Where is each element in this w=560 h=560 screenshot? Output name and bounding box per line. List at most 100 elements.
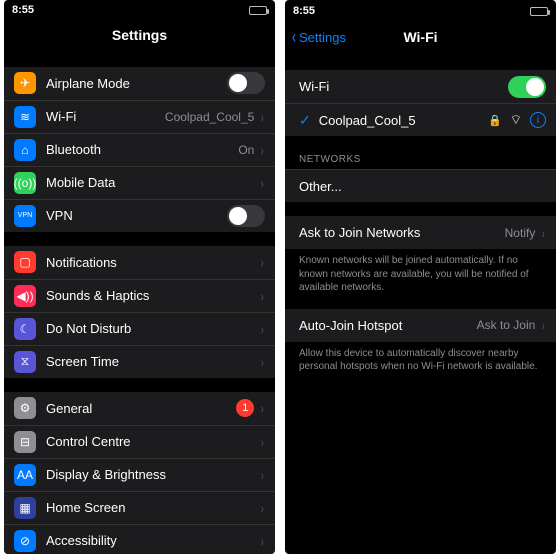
ask-to-join-value: Notify [505, 226, 536, 240]
row-label: Sounds & Haptics [46, 288, 256, 303]
row-label: Home Screen [46, 500, 256, 515]
row-label: Accessibility [46, 533, 256, 548]
row-label: Bluetooth [46, 142, 238, 157]
settings-screen: 8:55 Settings ✈ Airplane Mode ≋ Wi-FiCoolpa… [4, 0, 275, 554]
settings-row-sounds-haptics[interactable]: ◀)) Sounds & Haptics › [4, 279, 275, 312]
settings-row-control-centre[interactable]: ⊟ Control Centre › [4, 425, 275, 458]
status-bar: 8:55 [285, 0, 556, 22]
chevron-right-icon: › [261, 109, 264, 125]
status-time: 8:55 [293, 5, 315, 17]
settings-row-general[interactable]: ⚙ General1 › [4, 392, 275, 425]
settings-row-home-screen[interactable]: ▦ Home Screen › [4, 491, 275, 524]
chevron-right-icon: › [261, 434, 264, 450]
chevron-right-icon: › [261, 500, 264, 516]
settings-row-do-not-disturb[interactable]: ☾ Do Not Disturb › [4, 312, 275, 345]
chevron-left-icon: ‹ [292, 28, 296, 46]
⊟-icon: ⊟ [14, 431, 36, 453]
badge: 1 [236, 399, 254, 417]
chevron-right-icon: › [261, 533, 264, 549]
chevron-right-icon: › [542, 225, 545, 241]
toggle[interactable] [227, 72, 265, 94]
ask-to-join-row[interactable]: Ask to Join Networks Notify › [285, 216, 556, 249]
row-label: Do Not Disturb [46, 321, 256, 336]
row-label: Mobile Data [46, 175, 256, 190]
auto-join-hotspot-row[interactable]: Auto-Join Hotspot Ask to Join › [285, 309, 556, 342]
⚙-icon: ⚙ [14, 397, 36, 419]
ask-to-join-footer: Known networks will be joined automatica… [285, 249, 556, 295]
status-time: 8:55 [12, 4, 34, 16]
group-notifications: ▢ Notifications › ◀)) Sounds & Haptics › ☾ Do N… [4, 246, 275, 378]
settings-row-display-brightness[interactable]: AA Display & Brightness › [4, 458, 275, 491]
⌂-icon: ⌂ [14, 139, 36, 161]
wifi-content[interactable]: Wi-Fi ✓ Coolpad_Cool_5 🔒 ⌔ i NETWORKS Ot… [285, 52, 556, 554]
nav-bar: Settings [4, 21, 275, 49]
row-label: Wi-Fi [46, 109, 165, 124]
back-label: Settings [299, 30, 346, 45]
✈-icon: ✈ [14, 72, 36, 94]
⊘-icon: ⊘ [14, 530, 36, 552]
back-button[interactable]: ‹ Settings [291, 22, 346, 52]
group-general: ⚙ General1 › ⊟ Control Centre › AA Display & Br… [4, 392, 275, 554]
chevron-right-icon: › [261, 354, 264, 370]
chevron-right-icon: › [261, 321, 264, 337]
chevron-right-icon: › [261, 254, 264, 270]
row-value: On [238, 143, 254, 157]
settings-row-airplane-mode[interactable]: ✈ Airplane Mode [4, 67, 275, 100]
page-title: Wi-Fi [403, 29, 437, 45]
battery-icon [249, 6, 267, 15]
settings-row-notifications[interactable]: ▢ Notifications › [4, 246, 275, 279]
ask-to-join-label: Ask to Join Networks [299, 225, 505, 240]
auto-join-hotspot-label: Auto-Join Hotspot [299, 318, 477, 333]
☾-icon: ☾ [14, 318, 36, 340]
settings-row-wi-fi[interactable]: ≋ Wi-FiCoolpad_Cool_5 › [4, 100, 275, 133]
wifi-label: Wi-Fi [299, 79, 508, 94]
chevron-right-icon: › [261, 175, 264, 191]
chevron-right-icon: › [542, 317, 545, 333]
auto-join-hotspot-value: Ask to Join [477, 318, 536, 332]
chevron-right-icon: › [261, 288, 264, 304]
wifi-toggle-row[interactable]: Wi-Fi [285, 70, 556, 103]
⧖-icon: ⧖ [14, 351, 36, 373]
other-network-row[interactable]: Other... [285, 169, 556, 202]
◀))-icon: ◀)) [14, 285, 36, 307]
row-label: Airplane Mode [46, 76, 227, 91]
settings-row-mobile-data[interactable]: ((o)) Mobile Data › [4, 166, 275, 199]
chevron-right-icon: › [261, 467, 264, 483]
wifi-toggle[interactable] [508, 76, 546, 98]
network-name: Coolpad_Cool_5 [319, 113, 488, 128]
page-title: Settings [112, 27, 167, 43]
other-label: Other... [299, 179, 546, 194]
info-icon[interactable]: i [530, 112, 546, 128]
battery-icon [530, 7, 548, 16]
settings-row-screen-time[interactable]: ⧖ Screen Time › [4, 345, 275, 378]
row-label: Control Centre [46, 434, 256, 449]
≋-icon: ≋ [14, 106, 36, 128]
status-bar: 8:55 [4, 0, 275, 21]
row-label: Display & Brightness [46, 467, 256, 482]
VPN-icon: VPN [14, 205, 36, 227]
group-connectivity: ✈ Airplane Mode ≋ Wi-FiCoolpad_Cool_5 › ⌂ Blue… [4, 67, 275, 232]
auto-join-hotspot-footer: Allow this device to automatically disco… [285, 342, 556, 374]
wifi-signal-icon: ⌔ [510, 112, 522, 128]
networks-header: NETWORKS [285, 150, 556, 169]
settings-row-vpn[interactable]: VPNVPN [4, 199, 275, 232]
toggle[interactable] [227, 205, 265, 227]
checkmark-icon: ✓ [299, 112, 311, 129]
chevron-right-icon: › [261, 142, 264, 158]
lock-icon: 🔒 [488, 114, 502, 127]
row-value: Coolpad_Cool_5 [165, 110, 254, 124]
▦-icon: ▦ [14, 497, 36, 519]
((o))-icon: ((o)) [14, 172, 36, 194]
row-label: General [46, 401, 236, 416]
settings-row-accessibility[interactable]: ⊘ Accessibility › [4, 524, 275, 554]
settings-row-bluetooth[interactable]: ⌂ BluetoothOn › [4, 133, 275, 166]
connected-network-row[interactable]: ✓ Coolpad_Cool_5 🔒 ⌔ i [285, 103, 556, 136]
nav-bar: ‹ Settings Wi-Fi [285, 22, 556, 52]
AA-icon: AA [14, 464, 36, 486]
chevron-right-icon: › [261, 400, 264, 416]
row-label: Notifications [46, 255, 256, 270]
▢-icon: ▢ [14, 251, 36, 273]
wifi-screen: 8:55 ‹ Settings Wi-Fi Wi-Fi ✓ Coolpad_Co… [285, 0, 556, 554]
row-label: Screen Time [46, 354, 256, 369]
settings-list[interactable]: ✈ Airplane Mode ≋ Wi-FiCoolpad_Cool_5 › ⌂ Blue… [4, 49, 275, 554]
